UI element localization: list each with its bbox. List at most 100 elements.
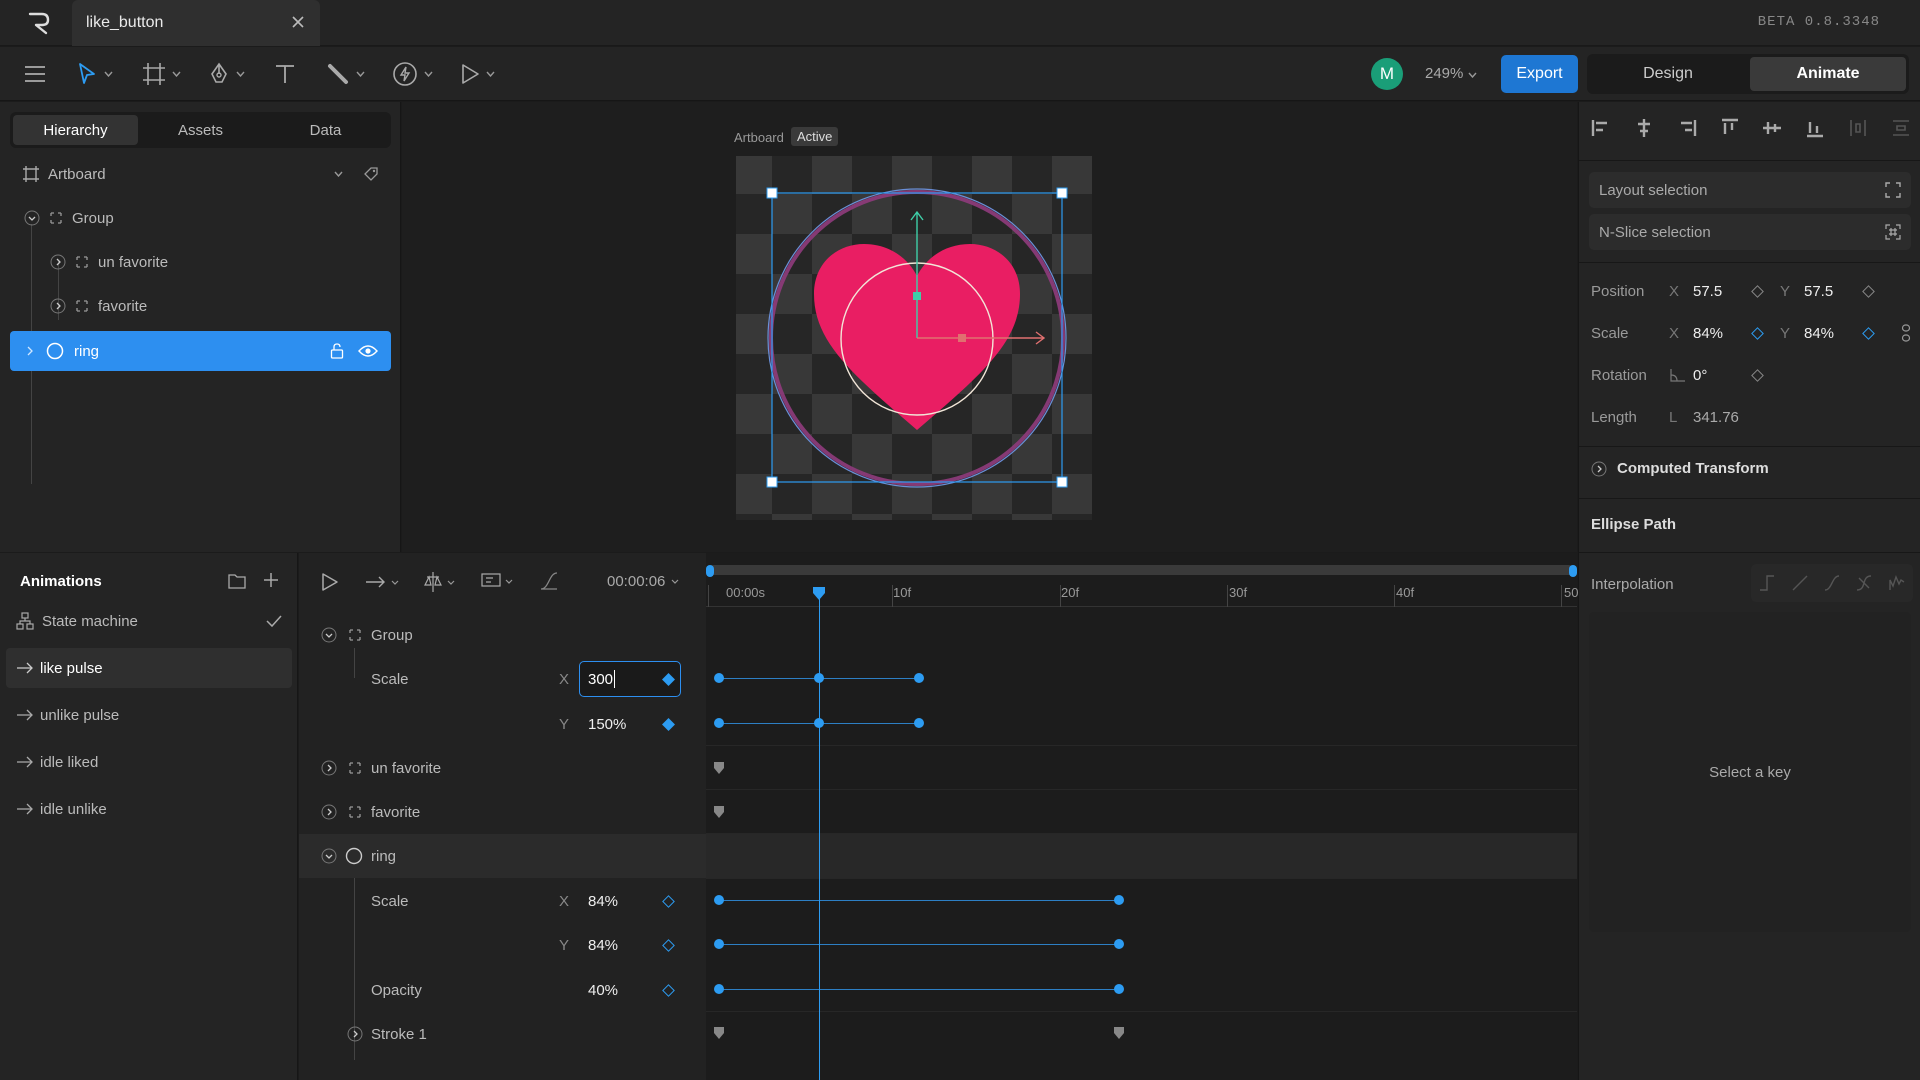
- tab-data[interactable]: Data: [263, 115, 388, 145]
- text-tool[interactable]: [274, 61, 296, 87]
- export-button[interactable]: Export: [1501, 55, 1578, 93]
- keyframe[interactable]: [1114, 895, 1124, 905]
- chevron-right-icon[interactable]: [347, 1026, 363, 1042]
- position-y-input[interactable]: 57.5: [1804, 283, 1864, 300]
- tree-item-artboard[interactable]: Artboard: [10, 154, 391, 194]
- cubic-interpolation-icon[interactable]: [1823, 574, 1841, 592]
- scale-x-input[interactable]: 84%: [1693, 325, 1753, 342]
- group-scale-y-value[interactable]: 150%: [588, 716, 626, 733]
- keyframe-summary-marker[interactable]: [714, 762, 724, 774]
- distribute-v-icon[interactable]: [1891, 118, 1911, 138]
- nslice-icon[interactable]: [1885, 224, 1901, 240]
- keyframe-summary-marker[interactable]: [714, 1027, 724, 1039]
- timeline-row-group[interactable]: Group: [299, 613, 706, 657]
- ring-opacity-value[interactable]: 40%: [588, 982, 618, 999]
- artboard-tool[interactable]: [142, 61, 181, 87]
- chevron-right-icon[interactable]: [50, 298, 66, 314]
- keyframe[interactable]: [914, 673, 924, 683]
- keyframe[interactable]: [714, 939, 724, 949]
- animation-item-idle-liked[interactable]: idle liked: [6, 742, 292, 782]
- tree-item-favorite[interactable]: favorite: [10, 286, 391, 326]
- keyframe[interactable]: [714, 984, 724, 994]
- tab-hierarchy[interactable]: Hierarchy: [13, 115, 138, 145]
- chevron-right-icon[interactable]: [321, 804, 337, 820]
- elastic-interpolation-icon[interactable]: [1888, 574, 1906, 592]
- keyframe-diamond-icon[interactable]: [662, 939, 675, 952]
- animation-item-idle-unlike[interactable]: idle unlike: [6, 789, 292, 829]
- keyframe-diamond-icon[interactable]: [662, 895, 675, 908]
- work-area-start-handle[interactable]: [706, 565, 714, 577]
- scale-y-input[interactable]: 84%: [1804, 325, 1864, 342]
- align-bottom-icon[interactable]: [1805, 118, 1825, 138]
- pen-tool[interactable]: [208, 61, 245, 87]
- keyframe-diamond-icon[interactable]: [1862, 326, 1875, 340]
- work-area-end-handle[interactable]: [1569, 565, 1577, 577]
- select-tool[interactable]: [76, 61, 113, 87]
- timeline-area[interactable]: 00:00s 10f 20f 30f 40f 50: [706, 553, 1578, 1080]
- view-dropdown[interactable]: [481, 572, 513, 590]
- menu-icon[interactable]: [24, 61, 46, 87]
- state-machine-item[interactable]: State machine: [6, 601, 292, 641]
- chevron-right-icon[interactable]: [50, 254, 66, 270]
- easing-curve-icon[interactable]: [539, 571, 559, 591]
- timeline-scrollbar[interactable]: [708, 565, 1574, 575]
- keyframe-diamond-icon[interactable]: [1862, 284, 1875, 298]
- timeline-ruler[interactable]: 00:00s 10f 20f 30f 40f 50: [706, 579, 1578, 607]
- keyframe-diamond-icon[interactable]: [1751, 368, 1764, 382]
- align-right-icon[interactable]: [1677, 118, 1697, 138]
- eye-icon[interactable]: [358, 344, 378, 358]
- timeline-row-favorite[interactable]: favorite: [299, 790, 706, 834]
- chevron-right-icon[interactable]: [321, 760, 337, 776]
- chevron-right-icon[interactable]: [24, 345, 36, 357]
- keyframe[interactable]: [1114, 939, 1124, 949]
- layout-selection-field[interactable]: Layout selection: [1589, 172, 1911, 208]
- file-tab[interactable]: like_button: [72, 0, 320, 46]
- artboard[interactable]: [732, 154, 1102, 524]
- position-x-input[interactable]: 57.5: [1693, 283, 1753, 300]
- timeline-row-stroke[interactable]: Stroke 1: [299, 1012, 706, 1056]
- keyframe[interactable]: [714, 673, 724, 683]
- timeline-row-ring[interactable]: ring: [299, 834, 706, 878]
- folder-icon[interactable]: [228, 573, 246, 589]
- ring-scale-x-value[interactable]: 84%: [588, 893, 618, 910]
- nslice-selection-field[interactable]: N-Slice selection: [1589, 214, 1911, 250]
- keyframe-diamond-icon[interactable]: [662, 718, 675, 731]
- rotation-input[interactable]: 0°: [1693, 367, 1753, 384]
- chevron-down-icon[interactable]: [321, 848, 337, 864]
- snap-dropdown[interactable]: [423, 571, 455, 593]
- avatar[interactable]: M: [1371, 58, 1403, 90]
- keyframe-diamond-icon[interactable]: [1751, 284, 1764, 298]
- align-center-v-icon[interactable]: [1762, 118, 1782, 138]
- distribute-h-icon[interactable]: [1848, 118, 1868, 138]
- timeline-row-un-favorite[interactable]: un favorite: [299, 746, 706, 790]
- keyframe-diamond-icon[interactable]: [662, 984, 675, 997]
- chevron-down-icon[interactable]: [321, 627, 337, 643]
- ring-scale-y-value[interactable]: 84%: [588, 937, 618, 954]
- keyframe-summary-marker[interactable]: [714, 806, 724, 818]
- tree-item-ring[interactable]: ring: [10, 331, 391, 371]
- link-icon[interactable]: [1901, 324, 1911, 342]
- keyframe-summary-marker[interactable]: [1114, 1027, 1124, 1039]
- loop-mode-dropdown[interactable]: [365, 575, 399, 589]
- custom-ease-icon[interactable]: [1855, 574, 1873, 592]
- play-icon[interactable]: [321, 572, 339, 592]
- chevron-down-icon[interactable]: [24, 210, 40, 226]
- lock-icon[interactable]: [330, 343, 344, 359]
- play-tool[interactable]: [460, 61, 495, 87]
- animation-item-like-pulse[interactable]: like pulse: [6, 648, 292, 688]
- design-mode-tab[interactable]: Design: [1590, 57, 1746, 91]
- hold-interpolation-icon[interactable]: [1758, 574, 1776, 592]
- keyframe[interactable]: [714, 895, 724, 905]
- linear-interpolation-icon[interactable]: [1791, 574, 1809, 592]
- align-left-icon[interactable]: [1591, 118, 1611, 138]
- align-top-icon[interactable]: [1720, 118, 1740, 138]
- tree-item-group[interactable]: Group: [10, 198, 391, 238]
- computed-transform-toggle[interactable]: Computed Transform: [1591, 460, 1769, 477]
- add-icon[interactable]: [263, 572, 279, 588]
- chevron-down-icon[interactable]: [334, 171, 343, 177]
- tree-item-un-favorite[interactable]: un favorite: [10, 242, 391, 282]
- keyframe[interactable]: [914, 718, 924, 728]
- canvas[interactable]: Artboard Active: [402, 102, 1577, 552]
- keyframe[interactable]: [1114, 984, 1124, 994]
- keyframe[interactable]: [714, 718, 724, 728]
